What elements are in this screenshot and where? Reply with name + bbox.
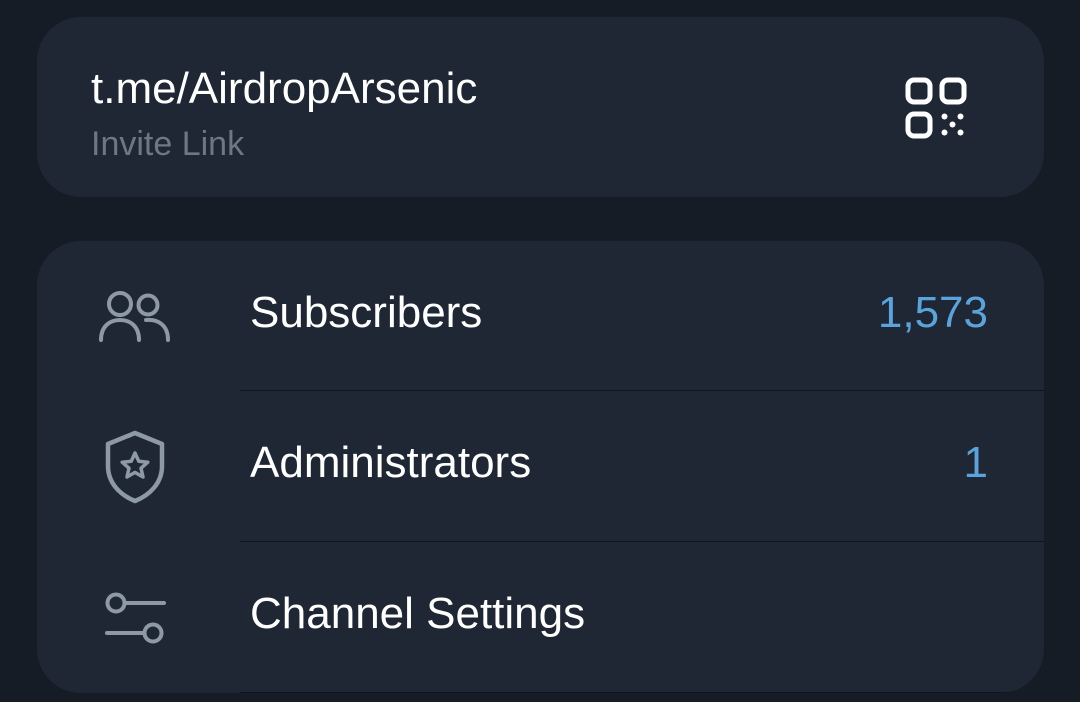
sliders-icon: [95, 578, 175, 658]
administrators-label: Administrators: [250, 438, 532, 487]
channel-settings-row[interactable]: Channel Settings: [37, 542, 1044, 692]
invite-link-url[interactable]: t.me/AirdropArsenic: [91, 67, 477, 111]
channel-settings-label: Channel Settings: [250, 589, 586, 638]
qr-code-icon: [905, 77, 967, 139]
administrators-row[interactable]: Administrators 1: [37, 391, 1044, 541]
channel-info-list: Subscribers 1,573 Administrators 1 Chann…: [37, 241, 1044, 693]
invite-link-card[interactable]: t.me/AirdropArsenic Invite Link: [37, 17, 1044, 197]
shield-star-icon: [95, 427, 175, 507]
administrators-count: 1: [963, 438, 988, 487]
people-icon: [95, 277, 175, 357]
subscribers-count: 1,573: [877, 288, 988, 337]
qr-code-button[interactable]: [901, 73, 971, 143]
subscribers-row[interactable]: Subscribers 1,573: [37, 241, 1044, 391]
divider: [240, 692, 1044, 693]
invite-link-caption: Invite Link: [91, 125, 245, 163]
subscribers-label: Subscribers: [250, 288, 483, 337]
